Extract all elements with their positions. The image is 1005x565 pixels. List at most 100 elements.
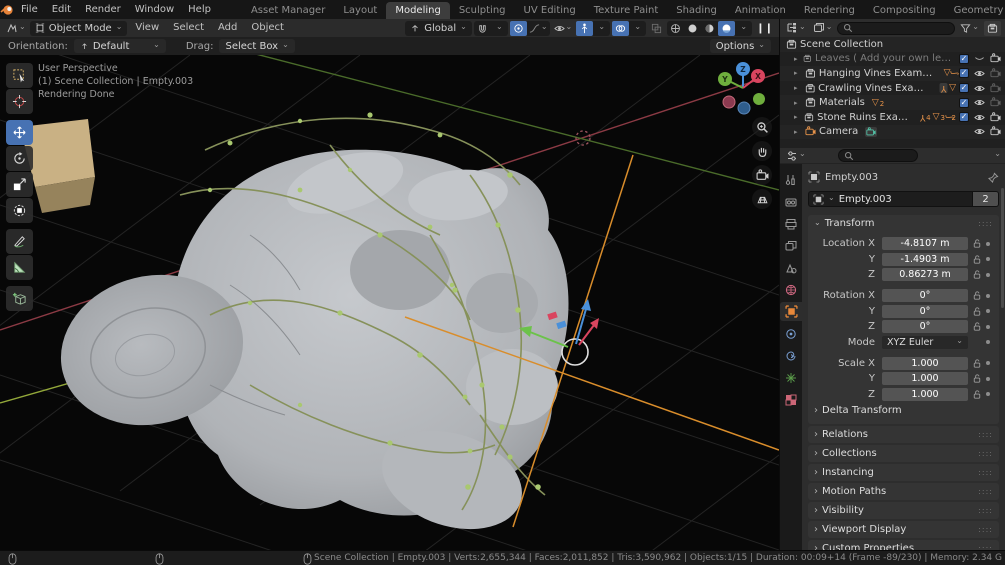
shading-wireframe[interactable] (667, 21, 684, 36)
lock-icon[interactable] (972, 306, 982, 317)
panel-grip-icon[interactable]: :::: (978, 219, 993, 228)
animate-dot[interactable] (986, 340, 990, 344)
tab-physics[interactable] (780, 346, 802, 365)
menu-object[interactable]: Object (245, 19, 290, 37)
eye-icon[interactable] (974, 112, 985, 123)
expand-icon[interactable]: ▸ (794, 128, 802, 136)
properties-options-dropdown[interactable] (994, 150, 1001, 161)
shading-dropdown[interactable] (735, 21, 752, 36)
blender-logo-icon[interactable] (0, 4, 14, 16)
rotation-x-input[interactable]: 0° (882, 289, 968, 302)
menu-select[interactable]: Select (167, 19, 210, 37)
scale-y-input[interactable]: 1.000 (882, 372, 968, 385)
tab-constraints[interactable] (780, 324, 802, 343)
properties-editor-dropdown[interactable] (784, 148, 808, 163)
tab-scene[interactable] (780, 258, 802, 277)
visibility-panel[interactable]: Visibility:::: (808, 502, 999, 519)
perspective-toggle-button[interactable] (752, 189, 772, 209)
menu-edit[interactable]: Edit (45, 0, 78, 19)
tab-compositing[interactable]: Compositing (864, 2, 945, 19)
eye-icon[interactable] (974, 126, 985, 137)
tab-animation[interactable]: Animation (726, 2, 795, 19)
users-count-badge[interactable]: 2 (973, 191, 999, 207)
motion-paths-panel[interactable]: Motion Paths:::: (808, 483, 999, 500)
viewport-canvas[interactable]: User Perspective (1) Scene Collection | … (0, 55, 779, 550)
animate-dot[interactable] (986, 273, 990, 277)
gizmo-settings-dropdown[interactable] (593, 21, 610, 36)
relations-panel[interactable]: Relations:::: (808, 426, 999, 443)
expand-icon[interactable]: ▸ (794, 55, 800, 63)
outliner-row-scene-collection[interactable]: Scene Collection (780, 37, 1005, 52)
rotation-y-input[interactable]: 0° (882, 305, 968, 318)
transform-panel-header[interactable]: Transform :::: (808, 215, 999, 232)
options-dropdown[interactable]: Options (710, 39, 771, 53)
proportional-edit-toggle[interactable] (510, 21, 527, 36)
outliner-row-hanging-vines[interactable]: ▸ Hanging Vines Example ▽⟆ (780, 66, 1005, 81)
panel-grip-icon[interactable]: :::: (978, 487, 993, 496)
animate-dot[interactable] (986, 361, 990, 365)
tool-transform[interactable] (6, 198, 33, 223)
instancing-panel[interactable]: Instancing:::: (808, 464, 999, 481)
outliner-row-crawling-vines[interactable]: ▸ Crawling Vines Example Y▽ (780, 81, 1005, 96)
panel-grip-icon[interactable]: :::: (978, 468, 993, 477)
visibility-dropdown[interactable] (552, 21, 575, 36)
outliner-row-camera[interactable]: ▸ Camera (780, 125, 1005, 140)
orientation-dropdown[interactable]: Global (405, 21, 472, 36)
expand-icon[interactable]: ▸ (794, 69, 802, 77)
tool-cursor[interactable] (6, 89, 33, 114)
tool-measure[interactable] (6, 255, 33, 280)
camera-render-icon[interactable] (990, 126, 1001, 137)
camera-render-icon[interactable] (990, 112, 1001, 123)
panel-grip-icon[interactable]: :::: (978, 430, 993, 439)
tab-shading[interactable]: Shading (667, 2, 726, 19)
tab-modeling[interactable]: Modeling (386, 2, 450, 19)
falloff-dropdown[interactable] (527, 21, 550, 36)
animate-dot[interactable] (986, 377, 990, 381)
exclude-checkbox[interactable] (959, 68, 969, 78)
rotation-z-input[interactable]: 0° (882, 320, 968, 333)
eye-icon[interactable] (974, 83, 985, 94)
outliner-editor-dropdown[interactable] (784, 21, 808, 36)
menu-add[interactable]: Add (212, 19, 243, 37)
animate-dot[interactable] (986, 325, 990, 329)
collections-panel[interactable]: Collections:::: (808, 445, 999, 462)
tab-view-layer[interactable] (780, 236, 802, 255)
lock-icon[interactable] (972, 373, 982, 384)
expand-icon[interactable]: ▸ (794, 84, 802, 92)
expand-icon[interactable]: ▸ (794, 99, 802, 107)
outliner-row-materials[interactable]: ▸ Materials ▽2 (780, 95, 1005, 110)
animate-dot[interactable] (986, 294, 990, 298)
scale-z-input[interactable]: 1.000 (882, 388, 968, 401)
lock-icon[interactable] (972, 254, 982, 265)
overlays-toggle[interactable] (612, 21, 629, 36)
camera-render-icon[interactable] (990, 68, 1001, 79)
orientation-select[interactable]: Default (74, 39, 166, 53)
properties-search-input[interactable] (838, 149, 918, 162)
menu-render[interactable]: Render (78, 0, 128, 19)
exclude-checkbox[interactable] (959, 112, 969, 122)
scale-x-input[interactable]: 1.000 (882, 357, 968, 370)
shading-material[interactable] (701, 21, 718, 36)
tab-output[interactable] (780, 214, 802, 233)
tool-annotate[interactable] (6, 229, 33, 254)
navigation-gizmo[interactable]: Z Y X (713, 61, 775, 119)
lock-icon[interactable] (972, 389, 982, 400)
zoom-button[interactable] (752, 117, 772, 137)
camera-view-button[interactable] (752, 165, 772, 185)
tab-object-data[interactable] (780, 368, 802, 387)
animate-dot[interactable] (986, 257, 990, 261)
tab-uv-editing[interactable]: UV Editing (515, 2, 585, 19)
tab-rendering[interactable]: Rendering (795, 2, 864, 19)
animate-dot[interactable] (986, 309, 990, 313)
snap-settings-dropdown[interactable] (491, 21, 508, 36)
shading-solid[interactable] (684, 21, 701, 36)
gizmo-center-ring[interactable] (562, 339, 588, 365)
tab-world[interactable] (780, 280, 802, 299)
menu-help[interactable]: Help (181, 0, 218, 19)
lock-icon[interactable] (972, 358, 982, 369)
snap-toggle[interactable] (474, 21, 491, 36)
tab-layout[interactable]: Layout (334, 2, 386, 19)
exclude-checkbox[interactable] (959, 98, 969, 108)
menu-window[interactable]: Window (128, 0, 181, 19)
menu-file[interactable]: File (14, 0, 45, 19)
